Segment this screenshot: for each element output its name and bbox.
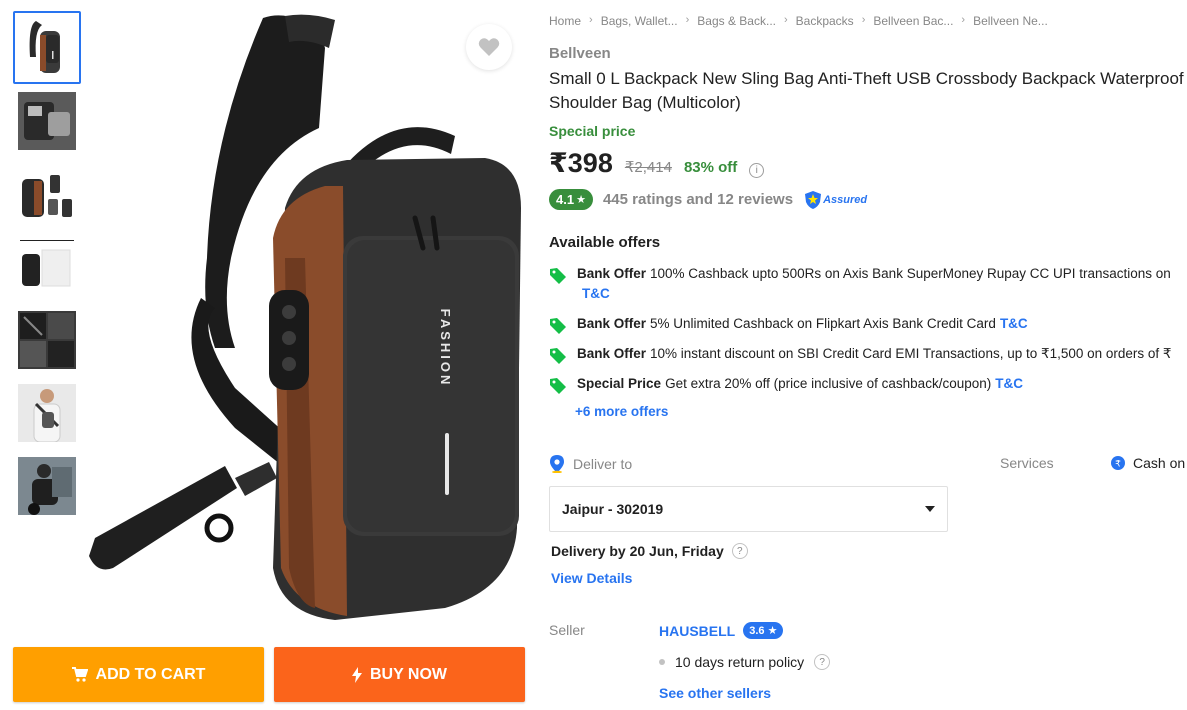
bullet-dot bbox=[659, 659, 665, 665]
assured-label: Assured bbox=[823, 193, 868, 206]
rupee-coin-icon: ₹ bbox=[1111, 456, 1125, 470]
cod-text: Cash on bbox=[1133, 455, 1186, 471]
offer-text: 100% Cashback upto 500Rs on Axis Bank Su… bbox=[650, 266, 1171, 281]
thumb-bag-multiple-angles[interactable] bbox=[13, 157, 81, 230]
chevron-right-icon: › bbox=[961, 14, 966, 26]
offer-type: Bank Offer bbox=[577, 316, 647, 331]
offer-tc-link[interactable]: T&C bbox=[1000, 316, 1028, 331]
main-product-image: FASHION bbox=[85, 8, 525, 638]
offer-text: 10% instant discount on SBI Credit Card … bbox=[650, 346, 1172, 361]
help-icon[interactable]: ? bbox=[814, 654, 831, 670]
chevron-right-icon: › bbox=[589, 14, 593, 26]
ratings-reviews-count[interactable]: 445 ratings and 12 reviews bbox=[603, 191, 793, 208]
services-label: Services bbox=[1000, 455, 1054, 471]
buy-now-button[interactable]: BUY NOW bbox=[274, 647, 525, 702]
breadcrumb-bags-wallets[interactable]: Bags, Wallet... bbox=[601, 14, 678, 28]
offer-text: Get extra 20% off (price inclusive of ca… bbox=[665, 376, 992, 391]
price-row: ₹398 ₹2,414 83% off i bbox=[549, 148, 765, 179]
deliver-to-label: Deliver to bbox=[549, 455, 632, 473]
more-offers-link[interactable]: +6 more offers bbox=[575, 404, 668, 419]
return-policy-text: 10 days return policy bbox=[675, 654, 805, 670]
help-icon[interactable]: ? bbox=[731, 543, 748, 559]
offer-item: Bank Offer 100% Cashback upto 500Rs on Ax… bbox=[549, 264, 1171, 304]
thumb-model-wearing-bag[interactable] bbox=[13, 376, 81, 449]
lightning-icon bbox=[351, 666, 362, 683]
rating-row: 4.1 ★ 445 ratings and 12 reviews Assured bbox=[549, 189, 867, 210]
thumb-sling-bag-front[interactable] bbox=[13, 11, 81, 84]
offer-tc-link[interactable]: T&C bbox=[582, 286, 610, 301]
chevron-right-icon: › bbox=[783, 14, 788, 26]
assured-badge: Assured bbox=[805, 190, 868, 209]
add-to-cart-button[interactable]: ADD TO CART bbox=[13, 647, 264, 702]
discount-percent: 83% off bbox=[683, 159, 738, 176]
breadcrumb: Home › Bags, Wallet... › Bags & Back... … bbox=[549, 14, 1048, 28]
offer-tag-icon bbox=[550, 318, 566, 334]
see-other-sellers-link[interactable]: See other sellers bbox=[659, 685, 771, 701]
offer-tag-icon bbox=[550, 348, 566, 364]
offer-item: Bank Offer 10% instant discount on SBI Cr… bbox=[549, 344, 1171, 365]
rating-badge[interactable]: 4.1 ★ bbox=[549, 189, 593, 210]
seller-name: HAUSBELL bbox=[659, 622, 736, 639]
product-title: Small 0 L Backpack New Sling Bag Anti-Th… bbox=[549, 69, 1184, 112]
chevron-right-icon: › bbox=[685, 14, 690, 26]
rating-value: 4.1 bbox=[556, 192, 575, 207]
offer-type: Bank Offer bbox=[577, 346, 647, 361]
chevron-right-icon: › bbox=[861, 14, 866, 26]
breadcrumb-current: Bellveen Ne... bbox=[973, 14, 1048, 28]
thumb-model-on-bike[interactable] bbox=[13, 449, 81, 522]
seller-label: Seller bbox=[549, 622, 585, 638]
product-brand: Bellveen bbox=[549, 45, 611, 62]
bag-print-text: FASHION bbox=[438, 309, 453, 388]
offer-type: Bank Offer bbox=[577, 266, 647, 281]
pincode-selector[interactable]: Jaipur - 302019 bbox=[549, 486, 948, 532]
breadcrumb-bags-backpacks[interactable]: Bags & Back... bbox=[697, 14, 776, 28]
cod-service: ₹ Cash on bbox=[1111, 455, 1185, 471]
seller-rating-badge: 3.6 ★ bbox=[743, 622, 784, 639]
offer-tc-link[interactable]: T&C bbox=[995, 376, 1023, 391]
offer-text: 5% Unlimited Cashback on Flipkart Axis B… bbox=[650, 316, 996, 331]
thumb-bag-with-box[interactable] bbox=[13, 230, 81, 303]
breadcrumb-backpacks[interactable]: Backpacks bbox=[796, 14, 854, 28]
offer-item: Special Price Get extra 20% off (price in… bbox=[549, 374, 1023, 395]
delivery-date-text: Delivery by 20 Jun, Friday bbox=[551, 543, 724, 559]
caret-down-icon bbox=[925, 506, 935, 512]
add-to-cart-label: ADD TO CART bbox=[95, 665, 206, 683]
wishlist-heart-icon[interactable] bbox=[466, 24, 512, 70]
buy-now-label: BUY NOW bbox=[369, 665, 448, 683]
location-pin-icon bbox=[550, 455, 564, 473]
pincode-value: Jaipur - 302019 bbox=[562, 501, 664, 517]
thumb-bag-details[interactable] bbox=[13, 303, 81, 376]
selling-price: ₹398 bbox=[549, 148, 613, 178]
offer-item: Bank Offer 5% Unlimited Cashback on Flipk… bbox=[549, 314, 1028, 335]
svg-text:₹: ₹ bbox=[1115, 460, 1121, 470]
view-details-link[interactable]: View Details bbox=[551, 570, 632, 586]
cart-icon bbox=[71, 667, 88, 682]
delivery-date: Delivery by 20 Jun, Friday ? bbox=[551, 543, 748, 559]
info-icon[interactable]: i bbox=[749, 163, 765, 178]
product-details: Home › Bags, Wallet... › Bags & Back... … bbox=[549, 0, 1187, 710]
special-price-label: Special price bbox=[549, 123, 636, 139]
star-icon: ★ bbox=[576, 194, 586, 206]
mrp-price: ₹2,414 bbox=[624, 159, 672, 176]
breadcrumb-bellveen-backpacks[interactable]: Bellveen Bac... bbox=[873, 14, 953, 28]
offer-type: Special Price bbox=[577, 376, 662, 391]
offer-tag-icon bbox=[550, 268, 566, 284]
assured-shield-icon bbox=[805, 190, 822, 209]
breadcrumb-home[interactable]: Home bbox=[549, 14, 581, 28]
offer-tag-icon bbox=[550, 378, 566, 394]
thumbnail-strip bbox=[13, 11, 81, 522]
thumb-bag-open-interior[interactable] bbox=[13, 84, 81, 157]
deliver-to-text: Deliver to bbox=[573, 456, 633, 472]
available-offers-heading: Available offers bbox=[549, 234, 661, 251]
seller-name-link[interactable]: HAUSBELL 3.6 ★ bbox=[659, 622, 784, 639]
return-policy: 10 days return policy ? bbox=[659, 654, 831, 670]
